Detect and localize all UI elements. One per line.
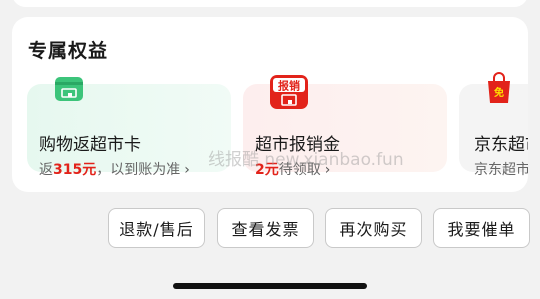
buy-again-button[interactable]: 再次购买 bbox=[325, 208, 422, 248]
benefit-tile-supermarket-card[interactable]: 购物返超市卡 返315元，以到账为准 › bbox=[27, 77, 231, 178]
tile-subtitle: 京东超市 bbox=[474, 162, 528, 178]
tile-subtitle: 2元待领取 › bbox=[255, 162, 331, 178]
rebate-amount: 315元 bbox=[53, 162, 97, 178]
urge-order-button[interactable]: 我要催单 bbox=[433, 208, 530, 248]
tile-title: 超市报销金 bbox=[255, 135, 340, 155]
section-title: 专属权益 bbox=[28, 40, 109, 62]
benefit-tile-reimbursement[interactable]: 报销 超市报销金 2元待领取 › bbox=[243, 75, 447, 178]
tile-title: 购物返超市卡 bbox=[39, 135, 141, 155]
shopping-bag-icon: 免 bbox=[485, 72, 513, 108]
view-invoice-button[interactable]: 查看发票 bbox=[217, 208, 314, 248]
reimbursement-amount: 2元 bbox=[255, 162, 279, 178]
receipt-icon: 报销 bbox=[269, 74, 309, 114]
tile-title: 京东超市 bbox=[474, 135, 528, 155]
refund-aftersale-button[interactable]: 退款/售后 bbox=[108, 208, 205, 248]
home-indicator[interactable] bbox=[173, 283, 367, 289]
benefits-card: 专属权益 购物返超市卡 返315元，以到账为准 › 报销 超市报销金 2元待领取 › bbox=[12, 17, 528, 192]
benefit-tile-jd-supermarket[interactable]: 免 京东超市 京东超市 bbox=[459, 72, 528, 178]
tile-subtitle: 返315元，以到账为准 › bbox=[39, 162, 190, 178]
svg-text:报销: 报销 bbox=[278, 79, 300, 93]
card-icon bbox=[54, 76, 84, 106]
top-card bbox=[12, 0, 528, 7]
chevron-right-icon: › bbox=[184, 162, 190, 178]
svg-text:免: 免 bbox=[494, 86, 504, 99]
chevron-right-icon: › bbox=[324, 162, 331, 178]
